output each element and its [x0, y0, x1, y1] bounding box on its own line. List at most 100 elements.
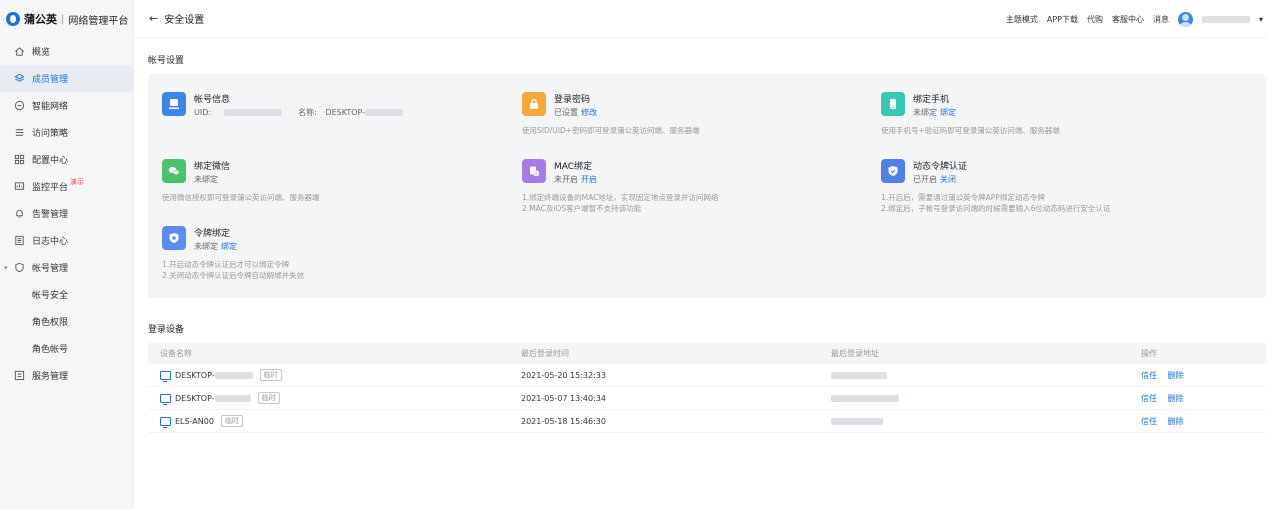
trust-button[interactable]: 信任: [1141, 394, 1157, 403]
monitor-icon: [160, 370, 171, 382]
actions-cell: 信任 删除: [1141, 393, 1192, 404]
device-name: DESKTOP-: [175, 370, 215, 380]
desc-line: 使用手机号+验证码即可登录蒲公英访问端、服务器端: [881, 126, 1060, 135]
address-redacted: [831, 417, 883, 425]
sidebar-item-monitor-platform[interactable]: 监控平台 演示: [0, 173, 133, 200]
column-header: 最后登录时间: [521, 349, 569, 358]
device-name-redacted: [214, 371, 253, 379]
uid-label: UID:: [194, 108, 212, 117]
card-description: 使用手机号+验证码即可登录蒲公英访问端、服务器端: [881, 125, 1060, 136]
desc-line: 1.开启动态令牌认证后才可以绑定令牌: [162, 260, 290, 269]
card-status: 已开启 关闭: [913, 174, 956, 185]
modify-password-link[interactable]: 修改: [581, 108, 597, 117]
layers-icon: [14, 73, 25, 84]
trust-button[interactable]: 信任: [1141, 371, 1157, 380]
sidebar-item-log-center[interactable]: 日志中心: [0, 227, 133, 254]
demo-badge: 演示: [70, 177, 85, 186]
card-status: 未绑定 绑定: [194, 241, 237, 252]
card-description: 1.开启后，需要通过蒲公英令牌APP绑定动态令牌 2.绑定后，子帐号登录访问端的…: [881, 192, 1110, 214]
card-description: 使用SID/UID+密码即可登录蒲公英访问端、服务器端: [522, 125, 700, 136]
sidebar-item-alerts[interactable]: 告警管理: [0, 200, 133, 227]
brand-subtitle: 网络管理平台: [68, 15, 129, 27]
card-status: 未开启 开启: [554, 174, 597, 185]
username-redacted: [1201, 15, 1250, 23]
last-login-address: [831, 417, 883, 426]
account-settings-panel: 帐号信息 UID: 名称: DESKTOP- 登录密码 已设置 修改 使用SID/…: [148, 74, 1266, 298]
desc-line: 使用SID/UID+密码即可登录蒲公英访问端、服务器端: [522, 126, 700, 135]
address-redacted: [831, 371, 887, 379]
sidebar-item-label: 日志中心: [32, 237, 69, 247]
trust-button[interactable]: 信任: [1141, 417, 1157, 426]
sidebar-item-account-security[interactable]: 帐号安全: [0, 281, 133, 308]
last-login-time: 2021-05-07 13:40:34: [521, 393, 606, 403]
back-arrow-icon[interactable]: ←: [149, 12, 158, 25]
status-text: 未绑定: [194, 242, 218, 251]
sidebar-item-config-center[interactable]: 配置中心: [0, 146, 133, 173]
device-name-cell: DESKTOP- 临时: [160, 369, 282, 382]
sidebar-item-role-permissions[interactable]: 角色权限: [0, 308, 133, 335]
brand[interactable]: 蒲公英 | 网络管理平台: [0, 0, 133, 38]
shield-icon: [14, 262, 25, 273]
chevron-down-icon[interactable]: ▾: [1259, 15, 1263, 24]
purchase-link[interactable]: 代购: [1087, 14, 1103, 25]
card-title: 帐号信息: [194, 95, 231, 105]
sidebar-item-members[interactable]: 成员管理: [0, 65, 133, 92]
bell-icon: [14, 208, 25, 219]
login-devices-title: 登录设备: [148, 325, 185, 335]
home-icon: [14, 46, 25, 57]
card-status: 未绑定 绑定: [913, 107, 956, 118]
table-row: ELS-AN00 临时 2021-05-18 15:46:30 信任 删除: [148, 410, 1266, 433]
device-name: ELS-AN00: [175, 416, 214, 426]
bind-token-link[interactable]: 绑定: [221, 242, 237, 251]
wechat-icon: [162, 159, 186, 183]
temporary-tag: 临时: [257, 392, 280, 404]
sidebar-item-service-management[interactable]: 服务管理: [0, 362, 133, 389]
monitor-icon: [14, 181, 25, 192]
device-name-cell: DESKTOP- 临时: [160, 392, 280, 405]
support-center-link[interactable]: 客服中心: [1112, 14, 1144, 25]
mac-device-icon: [522, 159, 546, 183]
card-title: 绑定手机: [913, 95, 950, 105]
desc-line: 2.绑定后，子帐号登录访问端的时候需要输入6位动态码进行安全认证: [881, 204, 1111, 213]
card-title: MAC绑定: [554, 162, 593, 172]
last-login-address: [831, 394, 899, 403]
delete-button[interactable]: 删除: [1168, 417, 1184, 426]
enable-mac-link[interactable]: 开启: [581, 175, 597, 184]
sidebar-item-label: 角色帐号: [32, 345, 69, 355]
last-login-time: 2021-05-20 15:32:33: [521, 370, 606, 380]
sidebar-nav: 概览 成员管理 智能网络 访问策略 配置中心 监控平台 演示 告警管理 日志中心…: [0, 38, 133, 389]
card-title: 绑定微信: [194, 162, 231, 172]
disable-token-link[interactable]: 关闭: [940, 175, 956, 184]
address-redacted: [831, 394, 899, 402]
sidebar: 蒲公英 | 网络管理平台 概览 成员管理 智能网络 访问策略 配置中心 监控平台…: [0, 0, 134, 509]
card-status: 已设置 修改: [554, 107, 597, 118]
card-description: 1.绑定终端设备的MAC地址，实现固定地点登录并访问网络 2.MAC及iOS客户…: [522, 192, 718, 214]
status-text: 已开启: [913, 175, 937, 184]
delete-button[interactable]: 删除: [1168, 371, 1184, 380]
status-text: 未绑定: [194, 175, 218, 184]
name-value: DESKTOP-: [325, 108, 366, 117]
sidebar-item-smart-network[interactable]: 智能网络: [0, 92, 133, 119]
sidebar-item-overview[interactable]: 概览: [0, 38, 133, 65]
actions-cell: 信任 删除: [1141, 416, 1192, 427]
app-download-link[interactable]: APP下载: [1047, 14, 1078, 25]
avatar[interactable]: [1177, 11, 1193, 27]
sidebar-item-access-policy[interactable]: 访问策略: [0, 119, 133, 146]
sidebar-item-account-management[interactable]: ▾ 帐号管理: [0, 254, 133, 281]
table-row: DESKTOP- 临时 2021-05-07 13:40:34 信任 删除: [148, 387, 1266, 410]
delete-button[interactable]: 删除: [1168, 394, 1184, 403]
device-name-cell: ELS-AN00 临时: [160, 415, 243, 428]
brand-name: 蒲公英: [24, 13, 57, 26]
card-title: 令牌绑定: [194, 229, 231, 239]
desc-line: 1.绑定终端设备的MAC地址，实现固定地点登录并访问网络: [522, 193, 719, 202]
card-status: 未绑定: [194, 174, 218, 185]
theme-mode-link[interactable]: 主题模式: [1006, 14, 1038, 25]
messages-link[interactable]: 消息: [1153, 14, 1169, 25]
bind-phone-link[interactable]: 绑定: [940, 108, 956, 117]
sidebar-item-role-accounts[interactable]: 角色帐号: [0, 335, 133, 362]
status-text: 未开启: [554, 175, 578, 184]
temporary-tag: 临时: [220, 415, 243, 427]
dandelion-logo-icon: [6, 12, 20, 26]
service-icon: [14, 370, 25, 381]
sidebar-item-label: 帐号安全: [32, 291, 69, 301]
